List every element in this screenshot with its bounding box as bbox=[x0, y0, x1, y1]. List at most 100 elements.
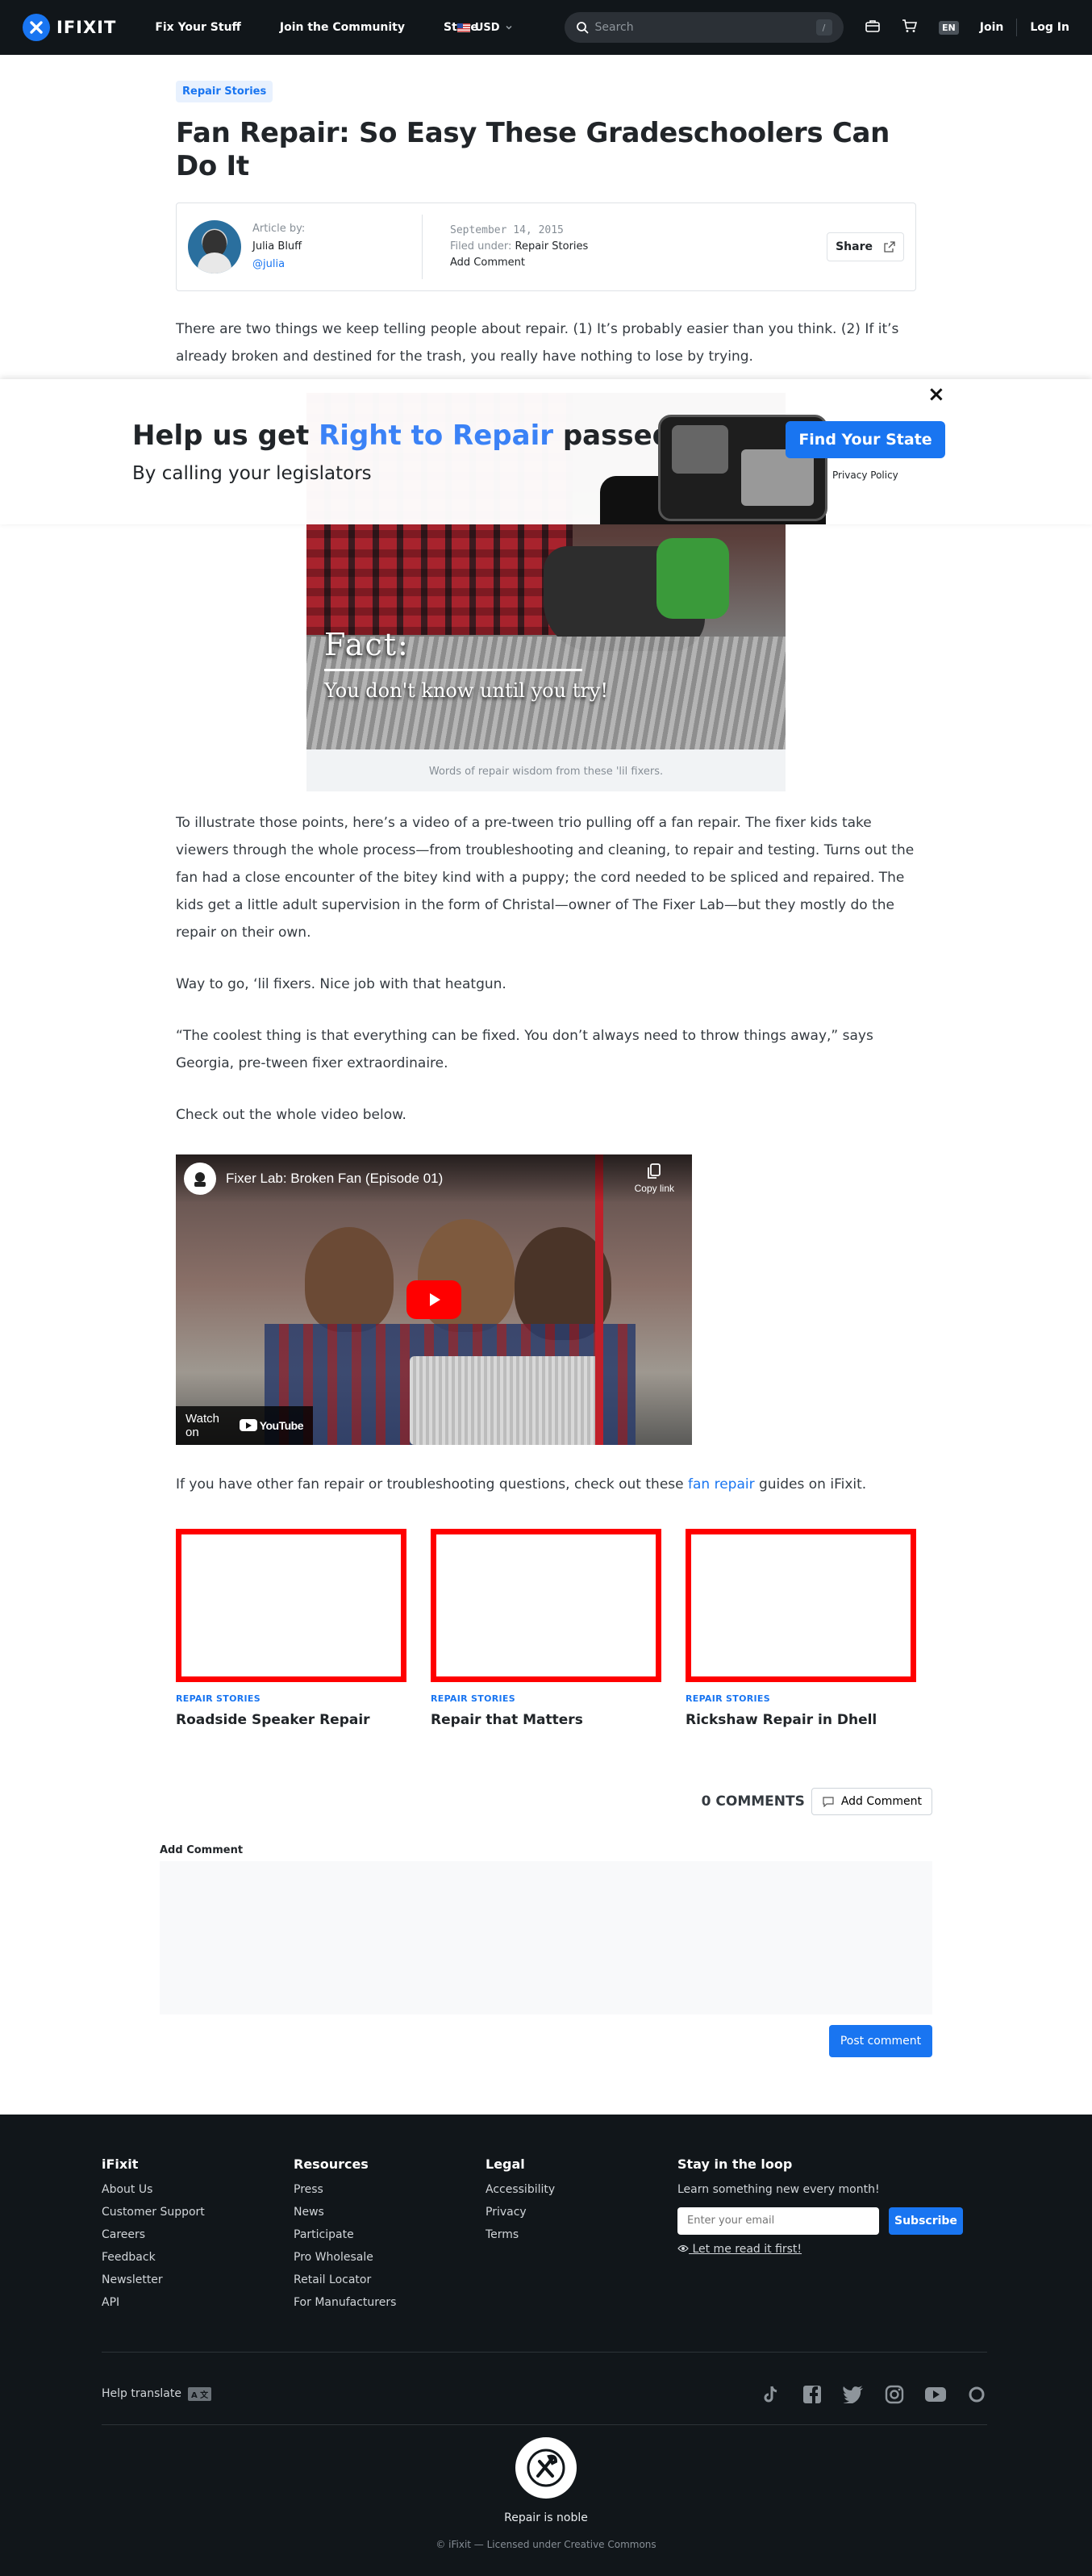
read-first-link[interactable]: Let me read it first! bbox=[677, 2243, 968, 2256]
author-avatar[interactable] bbox=[188, 219, 241, 273]
cart-icon[interactable] bbox=[902, 19, 918, 36]
comment-textarea[interactable] bbox=[160, 1860, 932, 2014]
subscribe-row: Subscribe bbox=[677, 2207, 968, 2235]
more-social-icon[interactable] bbox=[965, 2384, 987, 2406]
search-bar[interactable]: / bbox=[564, 12, 844, 43]
privacy-policy-link[interactable]: Privacy Policy bbox=[832, 470, 898, 481]
footer-link-accessibility[interactable]: Accessibility bbox=[486, 2183, 677, 2196]
email-input[interactable] bbox=[677, 2207, 879, 2235]
article-by-label: Article by: bbox=[252, 222, 306, 235]
banner-title: Help us get Right to Repair passed bbox=[132, 420, 672, 452]
related-thumbnail bbox=[176, 1528, 406, 1682]
instagram-icon[interactable] bbox=[883, 2384, 905, 2406]
video-title-bar: Fixer Lab: Broken Fan (Episode 01) bbox=[176, 1154, 692, 1203]
comments-section: 0 COMMENTS Add Comment Add Comment Post … bbox=[160, 1787, 932, 2057]
us-flag-icon bbox=[456, 23, 470, 32]
author-handle-link[interactable]: @julia bbox=[252, 258, 285, 270]
footer-link-feedback[interactable]: Feedback bbox=[102, 2251, 294, 2264]
footer-link-api[interactable]: API bbox=[102, 2296, 294, 2309]
footer-link-careers[interactable]: Careers bbox=[102, 2228, 294, 2241]
translate-icon: A 文 bbox=[187, 2386, 212, 2401]
fan-illustration bbox=[410, 1355, 603, 1445]
copy-link-button[interactable]: Copy link bbox=[635, 1163, 674, 1194]
footer-link-participate[interactable]: Participate bbox=[294, 2228, 486, 2241]
footer-col-ifixit: iFixit About Us Customer Support Careers… bbox=[102, 2156, 294, 2319]
intro-paragraph: There are two things we keep telling peo… bbox=[176, 320, 899, 365]
currency-selector[interactable]: USD bbox=[456, 22, 513, 34]
logo-text: IFIXIT bbox=[56, 18, 117, 37]
tiktok-icon[interactable] bbox=[760, 2384, 781, 2406]
join-link[interactable]: Join bbox=[980, 21, 1004, 34]
footer-col-title: Resources bbox=[294, 2156, 369, 2172]
copy-link-label: Copy link bbox=[634, 1182, 674, 1194]
language-selector[interactable]: EN bbox=[939, 20, 959, 35]
youtube-play-icon bbox=[239, 1419, 257, 1432]
youtube-icon[interactable] bbox=[924, 2384, 946, 2406]
article-meta: September 14, 2015 Filed under: Repair S… bbox=[450, 223, 588, 271]
byline-divider bbox=[422, 214, 423, 279]
login-link[interactable]: Log In bbox=[1030, 21, 1069, 34]
subscribe-button[interactable]: Subscribe bbox=[889, 2207, 963, 2235]
fact-text: You don't know until you try! bbox=[324, 678, 609, 702]
comments-header: 0 COMMENTS Add Comment bbox=[160, 1787, 932, 1815]
related-title: Repair that Matters bbox=[431, 1711, 583, 1728]
footer-link-press[interactable]: Press bbox=[294, 2183, 486, 2196]
channel-avatar-icon[interactable] bbox=[184, 1162, 216, 1195]
social-links bbox=[760, 2384, 987, 2406]
author-info: Article by: Julia Bluff @julia bbox=[252, 220, 422, 273]
related-card[interactable]: REPAIR STORIES Repair that Matters bbox=[431, 1528, 661, 1728]
related-kicker: REPAIR STORIES bbox=[176, 1693, 260, 1704]
related-card[interactable]: REPAIR STORIES Rickshaw Repair in Dhell bbox=[686, 1528, 916, 1728]
footer-link-for-manufacturers[interactable]: For Manufacturers bbox=[294, 2296, 486, 2309]
footer-link-newsletter[interactable]: Newsletter bbox=[102, 2273, 294, 2286]
related-title: Rickshaw Repair in Dhell bbox=[686, 1711, 877, 1728]
share-button[interactable]: Share bbox=[827, 232, 904, 261]
footer-link-about-us[interactable]: About Us bbox=[102, 2183, 294, 2196]
filed-under-link[interactable]: Repair Stories bbox=[515, 240, 589, 253]
footer-link-news[interactable]: News bbox=[294, 2206, 486, 2219]
close-icon[interactable]: × bbox=[927, 382, 945, 407]
toolbox-icon[interactable] bbox=[865, 19, 881, 36]
footer-link-retail-locator[interactable]: Retail Locator bbox=[294, 2273, 486, 2286]
outro-paragraph: If you have other fan repair or troubles… bbox=[176, 1476, 867, 1493]
tagline: Repair is noble bbox=[504, 2511, 588, 2524]
external-link-icon bbox=[884, 240, 895, 253]
fan-repair-link[interactable]: fan repair bbox=[688, 1476, 755, 1493]
play-button[interactable] bbox=[406, 1280, 461, 1319]
fact-overlay-text: Fact: You don't know until you try! bbox=[324, 627, 608, 702]
eye-icon bbox=[677, 2244, 689, 2252]
search-input[interactable] bbox=[594, 21, 810, 34]
facebook-icon[interactable] bbox=[801, 2384, 823, 2406]
find-your-state-button[interactable]: Find Your State bbox=[786, 421, 945, 458]
newsletter-signup: Stay in the loop Learn something new eve… bbox=[677, 2156, 968, 2319]
fact-title: Fact: bbox=[324, 626, 410, 662]
related-card[interactable]: REPAIR STORIES Roadside Speaker Repair bbox=[176, 1528, 406, 1728]
publish-date: September 14, 2015 bbox=[450, 223, 564, 236]
youtube-embed[interactable]: Fixer Lab: Broken Fan (Episode 01) Copy … bbox=[176, 1154, 692, 1445]
paragraph-4: Check out the whole video below. bbox=[176, 1106, 406, 1123]
footer-link-customer-support[interactable]: Customer Support bbox=[102, 2206, 294, 2219]
add-comment-link[interactable]: Add Comment bbox=[450, 257, 525, 269]
related-kicker: REPAIR STORIES bbox=[431, 1693, 515, 1704]
add-comment-button[interactable]: Add Comment bbox=[811, 1787, 932, 1815]
footer-bottom: Repair is noble © iFixit — Licensed unde… bbox=[0, 2436, 1092, 2550]
footer-divider bbox=[102, 2351, 987, 2353]
nav-fix-your-stuff[interactable]: Fix Your Stuff bbox=[155, 21, 241, 34]
paragraph-3: “The coolest thing is that everything ca… bbox=[176, 1027, 873, 1071]
article: Repair Stories Fan Repair: So Easy These… bbox=[176, 55, 916, 1728]
video-title[interactable]: Fixer Lab: Broken Fan (Episode 01) bbox=[226, 1171, 443, 1187]
post-comment-button[interactable]: Post comment bbox=[829, 2024, 932, 2057]
category-tag[interactable]: Repair Stories bbox=[176, 81, 273, 102]
share-label: Share bbox=[836, 240, 873, 253]
nav-join-community[interactable]: Join the Community bbox=[280, 21, 405, 34]
watch-on-youtube-link[interactable]: Watch on YouTube bbox=[176, 1405, 313, 1445]
footer-col-resources: Resources Press News Participate Pro Who… bbox=[294, 2156, 486, 2319]
footer-link-privacy[interactable]: Privacy bbox=[486, 2206, 677, 2219]
paragraph-2: Way to go, ‘lil fixers. Nice job with th… bbox=[176, 975, 506, 992]
related-thumbnail bbox=[431, 1528, 661, 1682]
footer-link-pro-wholesale[interactable]: Pro Wholesale bbox=[294, 2251, 486, 2264]
twitter-icon[interactable] bbox=[842, 2384, 864, 2406]
help-translate-link[interactable]: Help translate A 文 bbox=[102, 2386, 212, 2401]
footer-link-terms[interactable]: Terms bbox=[486, 2228, 677, 2241]
ifixit-logo[interactable]: IFIXIT bbox=[23, 14, 116, 41]
